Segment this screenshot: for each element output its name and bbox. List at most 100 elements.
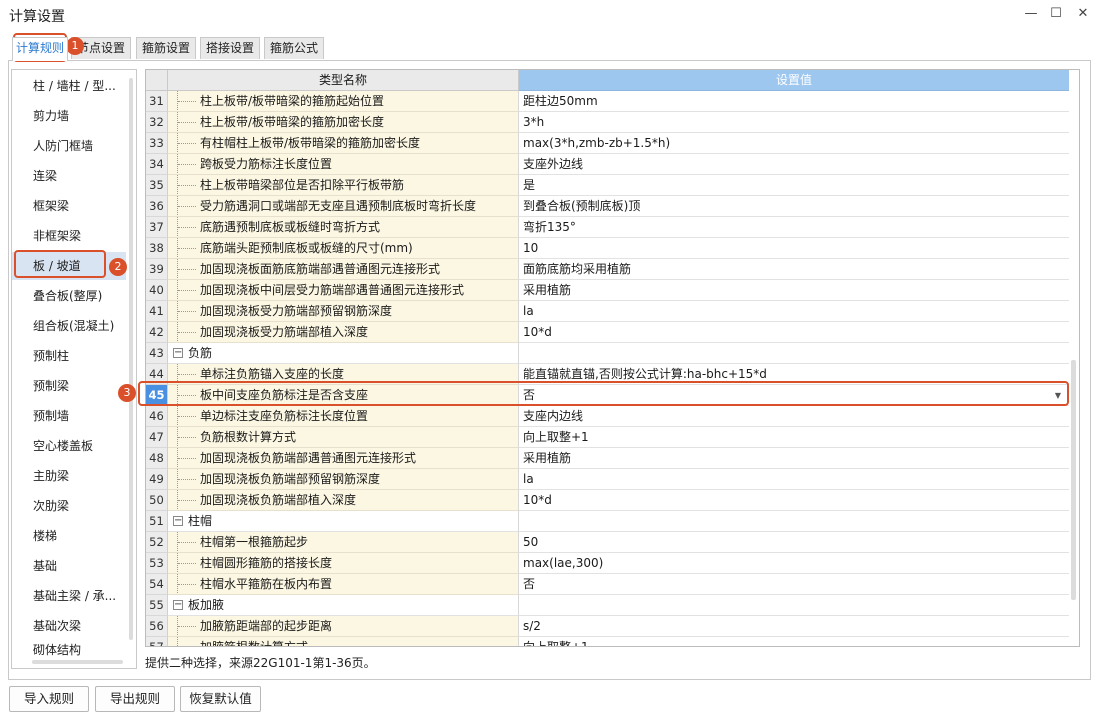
sidebar-item-composite-slab-concrete[interactable]: 组合板(混凝土) [12, 312, 126, 340]
row-value[interactable]: 支座内边线 [519, 406, 1069, 427]
grid-header: 类型名称 设置值 [146, 70, 1079, 91]
row-value[interactable]: 50 [519, 532, 1069, 553]
row-value[interactable]: 否 [519, 574, 1069, 595]
sidebar-item-frame-beam[interactable]: 框架梁 [12, 192, 126, 220]
description-text: 提供二种选择，来源22G101-1第1-36页。 [145, 656, 376, 670]
column-header-value[interactable]: 设置值 [519, 70, 1069, 91]
tab-stirrup-formula[interactable]: 箍筋公式 [264, 37, 324, 59]
sidebar-item-foundation-main-beam[interactable]: 基础主梁 / 承... [12, 582, 126, 610]
row-number: 53 [146, 553, 168, 574]
sidebar-item-stair[interactable]: 楼梯 [12, 522, 126, 550]
row-value[interactable]: 10*d [519, 322, 1069, 343]
table-row-group[interactable]: 43 − 负筋 [146, 343, 1069, 364]
table-row[interactable]: 40 加固现浇板中间层受力筋端部遇普通图元连接形式 采用植筋 [146, 280, 1069, 301]
table-row[interactable]: 57 加腋筋根数计算方式 向上取整+1 [146, 637, 1069, 646]
row-number: 50 [146, 490, 168, 511]
table-row[interactable]: 50 加固现浇板负筋端部植入深度 10*d [146, 490, 1069, 511]
sidebar-item-non-frame-beam[interactable]: 非框架梁 [12, 222, 126, 250]
sidebar-item-foundation[interactable]: 基础 [12, 552, 126, 580]
table-row[interactable]: 53 柱帽圆形箍筋的搭接长度 max(lae,300) [146, 553, 1069, 574]
sidebar-item-main-rib-beam[interactable]: 主肋梁 [12, 462, 126, 490]
table-row[interactable]: 49 加固现浇板负筋端部预留钢筋深度 la [146, 469, 1069, 490]
sidebar-item-secondary-rib-beam[interactable]: 次肋梁 [12, 492, 126, 520]
row-value[interactable]: 距柱边50mm [519, 91, 1069, 112]
sidebar-item-hollow-floor[interactable]: 空心楼盖板 [12, 432, 126, 460]
column-header-name[interactable]: 类型名称 [168, 70, 519, 91]
row-value[interactable]: 支座外边线 [519, 154, 1069, 175]
row-value[interactable]: 弯折135° [519, 217, 1069, 238]
sidebar-item-foundation-secondary-beam[interactable]: 基础次梁 [12, 612, 126, 640]
row-value[interactable]: max(lae,300) [519, 553, 1069, 574]
sidebar-horizontal-scrollbar[interactable] [32, 660, 123, 664]
row-value[interactable]: 向上取整+1 [519, 427, 1069, 448]
table-row[interactable]: 38 底筋端头距预制底板或板缝的尺寸(mm) 10 [146, 238, 1069, 259]
grid-vertical-scrollbar[interactable] [1071, 360, 1076, 600]
table-row[interactable]: 54 柱帽水平箍筋在板内布置 否 [146, 574, 1069, 595]
minimize-icon[interactable]: — [1019, 4, 1043, 24]
table-row[interactable]: 35 柱上板带暗梁部位是否扣除平行板带筋 是 [146, 175, 1069, 196]
table-row[interactable]: 46 单边标注支座负筋标注长度位置 支座内边线 [146, 406, 1069, 427]
table-row[interactable]: 34 跨板受力筋标注长度位置 支座外边线 [146, 154, 1069, 175]
table-row[interactable]: 52 柱帽第一根箍筋起步 50 [146, 532, 1069, 553]
table-row[interactable]: 36 受力筋遇洞口或端部无支座且遇预制底板时弯折长度 到叠合板(预制底板)顶 [146, 196, 1069, 217]
import-rules-button[interactable]: 导入规则 [9, 686, 89, 712]
table-row[interactable]: 31 柱上板带/板带暗梁的箍筋起始位置 距柱边50mm [146, 91, 1069, 112]
export-rules-button[interactable]: 导出规则 [95, 686, 175, 712]
table-row[interactable]: 47 负筋根数计算方式 向上取整+1 [146, 427, 1069, 448]
dropdown-selected-value: 否 [523, 388, 536, 402]
row-value[interactable]: la [519, 301, 1069, 322]
row-value[interactable]: max(3*h,zmb-zb+1.5*h) [519, 133, 1069, 154]
table-row[interactable]: 32 柱上板带/板带暗梁的箍筋加密长度 3*h [146, 112, 1069, 133]
tab-stirrup-settings[interactable]: 箍筋设置 [136, 37, 196, 59]
row-name: 加固现浇板受力筋端部植入深度 [168, 322, 519, 343]
row-value-dropdown[interactable]: 否 ▼ [519, 385, 1069, 406]
row-value[interactable]: 向上取整+1 [519, 637, 1069, 646]
row-value[interactable]: 能直锚就直锚,否则按公式计算:ha-bhc+15*d [519, 364, 1069, 385]
row-name: 加固现浇板负筋端部植入深度 [168, 490, 519, 511]
minus-square-icon[interactable]: − [173, 600, 183, 610]
table-row-group[interactable]: 51 − 柱帽 [146, 511, 1069, 532]
row-number: 57 [146, 637, 168, 646]
dropdown-arrow-icon[interactable]: ▼ [1055, 385, 1061, 405]
minus-square-icon[interactable]: − [173, 516, 183, 526]
row-value[interactable]: 3*h [519, 112, 1069, 133]
row-value[interactable]: 10 [519, 238, 1069, 259]
table-row[interactable]: 44 单标注负筋锚入支座的长度 能直锚就直锚,否则按公式计算:ha-bhc+15… [146, 364, 1069, 385]
row-value[interactable]: 采用植筋 [519, 280, 1069, 301]
table-row[interactable]: 33 有柱帽柱上板带/板带暗梁的箍筋加密长度 max(3*h,zmb-zb+1.… [146, 133, 1069, 154]
table-row[interactable]: 37 底筋遇预制底板或板缝时弯折方式 弯折135° [146, 217, 1069, 238]
sidebar-item-composite-slab-full[interactable]: 叠合板(整厚) [12, 282, 126, 310]
sidebar-item-masonry[interactable]: 砌体结构 [12, 642, 126, 658]
tab-lap-settings[interactable]: 搭接设置 [200, 37, 260, 59]
row-number: 36 [146, 196, 168, 217]
row-value[interactable]: 到叠合板(预制底板)顶 [519, 196, 1069, 217]
sidebar-vertical-scrollbar[interactable] [129, 78, 133, 640]
row-value[interactable]: 10*d [519, 490, 1069, 511]
sidebar-item-shear-wall[interactable]: 剪力墙 [12, 102, 126, 130]
row-value[interactable]: la [519, 469, 1069, 490]
table-row[interactable]: 39 加固现浇板面筋底筋端部遇普通图元连接形式 面筋底筋均采用植筋 [146, 259, 1069, 280]
table-row[interactable]: 42 加固现浇板受力筋端部植入深度 10*d [146, 322, 1069, 343]
row-value [519, 343, 1069, 364]
table-row[interactable]: 41 加固现浇板受力筋端部预留钢筋深度 la [146, 301, 1069, 322]
tab-calc-rules[interactable]: 计算规则 [12, 37, 68, 61]
table-row-selected[interactable]: 45 板中间支座负筋标注是否含支座 否 ▼ [146, 385, 1069, 406]
maximize-icon[interactable]: ☐ [1044, 4, 1068, 24]
table-row-group[interactable]: 55 − 板加腋 [146, 595, 1069, 616]
table-row[interactable]: 48 加固现浇板负筋端部遇普通图元连接形式 采用植筋 [146, 448, 1069, 469]
sidebar-item-coupling-beam[interactable]: 连梁 [12, 162, 126, 190]
table-row[interactable]: 56 加腋筋距端部的起步距离 s/2 [146, 616, 1069, 637]
sidebar-item-civil-defense-door[interactable]: 人防门框墙 [12, 132, 126, 160]
sidebar-item-precast-wall[interactable]: 预制墙 [12, 402, 126, 430]
row-value[interactable]: 采用植筋 [519, 448, 1069, 469]
row-value[interactable]: 是 [519, 175, 1069, 196]
restore-defaults-button[interactable]: 恢复默认值 [180, 686, 261, 712]
sidebar-item-precast-beam[interactable]: 预制梁 [12, 372, 126, 400]
component-list[interactable]: 柱 / 墙柱 / 型... 剪力墙 人防门框墙 连梁 框架梁 非框架梁 板 / … [11, 69, 137, 669]
minus-square-icon[interactable]: − [173, 348, 183, 358]
row-value[interactable]: 面筋底筋均采用植筋 [519, 259, 1069, 280]
row-value[interactable]: s/2 [519, 616, 1069, 637]
sidebar-item-precast-column[interactable]: 预制柱 [12, 342, 126, 370]
sidebar-item-column-wall[interactable]: 柱 / 墙柱 / 型... [12, 72, 126, 100]
close-icon[interactable]: ✕ [1071, 4, 1095, 24]
